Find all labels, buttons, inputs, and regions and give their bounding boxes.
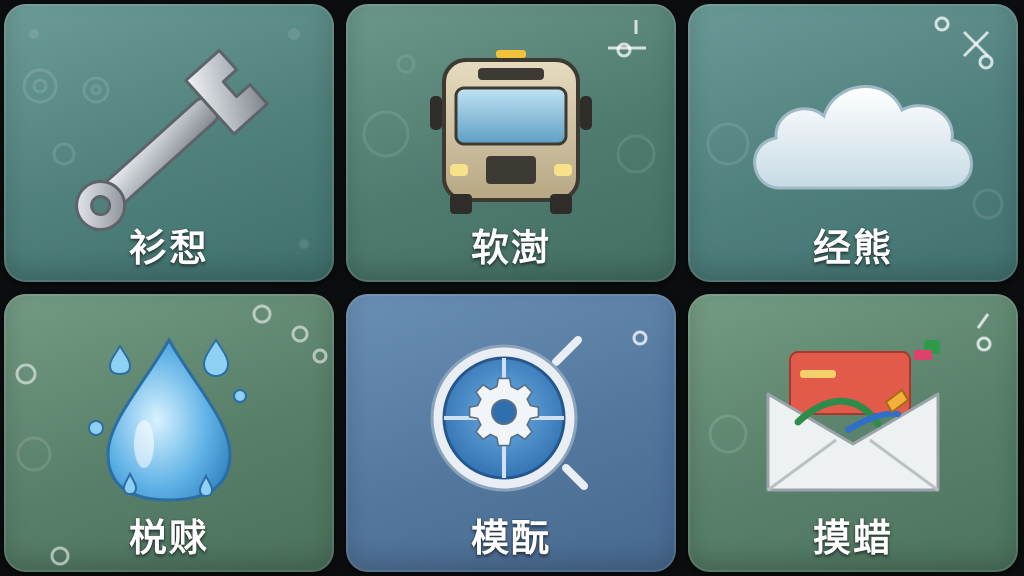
app-launcher-grid: 衫惒 软澍 经熊 棁赇 模酛 摸蜡 xyxy=(0,0,1024,576)
app-tile-water-drop[interactable]: 棁赇 xyxy=(4,294,334,572)
app-tile-label: 模酛 xyxy=(470,516,551,560)
app-tile-label: 摸蜡 xyxy=(812,516,893,560)
app-tile-wrench[interactable]: 衫惒 xyxy=(4,4,334,282)
app-tile-label: 软澍 xyxy=(470,226,551,270)
app-tile-label: 衫惒 xyxy=(128,226,209,270)
app-tile-mail-envelope[interactable]: 摸蜡 xyxy=(688,294,1018,572)
app-tile-label: 经熊 xyxy=(812,226,893,270)
app-tile-cloud[interactable]: 经熊 xyxy=(688,4,1018,282)
app-tile-label: 棁赇 xyxy=(128,516,209,560)
app-tile-bus[interactable]: 软澍 xyxy=(346,4,676,282)
app-tile-gear-compass[interactable]: 模酛 xyxy=(346,294,676,572)
